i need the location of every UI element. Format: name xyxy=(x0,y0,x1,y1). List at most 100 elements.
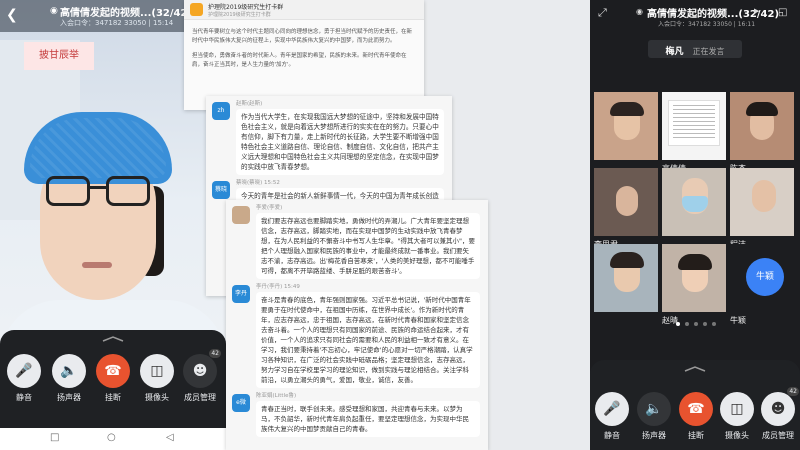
video-tile[interactable]: 高倩倩 xyxy=(662,92,726,173)
android-nav-bar: □ ○ ◁ xyxy=(0,428,226,450)
speaker-icon: 🔈 xyxy=(52,354,86,388)
video-tile[interactable] xyxy=(594,244,658,312)
video-tile[interactable] xyxy=(594,92,658,160)
message-bubble: 奋斗是青春的底色，青年强则国家强。习近平总书记说，'新时代中国青年要勇于在时代使… xyxy=(256,292,480,388)
group-avatar-icon xyxy=(190,3,203,16)
participant-hair xyxy=(610,252,644,268)
drag-handle-icon[interactable] xyxy=(101,336,125,342)
sender-name: 李爱(李爱) xyxy=(256,205,283,211)
phone-hangup-icon: ☎ xyxy=(96,354,130,388)
speaker-icon: 🔈 xyxy=(637,392,671,426)
camera-button[interactable]: ◫ 摄像头 xyxy=(139,354,175,403)
message-bubble: 我们要志存高远也要脚踏实地，勇做时代的弄潮儿。广大青年要坚定理想信念，志存高远，… xyxy=(256,213,480,279)
page-indicator xyxy=(676,322,716,328)
speaking-indicator: 梅凡 正在发言 xyxy=(648,40,742,58)
hangup-button[interactable]: ☎ 挂断 xyxy=(678,392,714,441)
hangup-button[interactable]: ☎ 挂断 xyxy=(95,354,131,403)
meeting-code: 入会口令：347182 33050 | 16:11 xyxy=(658,21,756,28)
drag-handle-icon[interactable] xyxy=(683,366,707,372)
video-tile[interactable] xyxy=(662,168,726,236)
chat-screenshot-c: 李爱(李爱) 我们要志存高远也要脚踏实地，勇做时代的弄潮儿。广大青年要坚定理想信… xyxy=(226,200,488,450)
video-tile[interactable]: 程洁 xyxy=(730,168,794,249)
avatar: 牛颖 xyxy=(746,258,784,296)
document-lines xyxy=(673,105,715,141)
phone-hangup-icon: ☎ xyxy=(679,392,713,426)
camera-icon: ◫ xyxy=(720,392,754,426)
video-tile[interactable]: 李思君 xyxy=(594,168,658,249)
lock-icon: ◉ xyxy=(636,7,643,16)
chat-message: zh 赵斯(赵斯) 作为当代大学生，在实现我国远大梦想的征途中，坚持和发展中国特… xyxy=(206,100,452,175)
sender-name: 蔡晓(蔡晓) 15:52 xyxy=(236,180,280,186)
mute-button[interactable]: 🎤 静音 xyxy=(6,354,42,403)
camera-button[interactable]: ◫ 摄像头 xyxy=(719,392,755,441)
page-dot[interactable] xyxy=(685,322,689,326)
page-dot[interactable] xyxy=(694,322,698,326)
chat-paragraph: 担当使命，勇做奋斗者的时代新人。青年是国家的希望，民族的未来。新时代青年使命在肩… xyxy=(192,53,407,68)
participant-hair xyxy=(746,102,778,116)
collapse-icon[interactable]: ⤢ xyxy=(598,6,607,20)
participant-hair xyxy=(678,254,712,270)
video-tile[interactable]: 牛颖 牛颖 xyxy=(730,244,794,325)
chat-paragraph: 当代青年要树立与这个时代主题同心同向的理想信念，勇于担当时代赋予的历史责任，在新… xyxy=(192,29,413,44)
sender-avatar: 蔡晓 xyxy=(212,181,230,199)
participant-head xyxy=(616,186,638,216)
sender-avatar xyxy=(232,206,250,224)
nav-back-icon[interactable]: ◁ xyxy=(166,432,174,443)
participant-head xyxy=(752,180,776,212)
lock-icon: ◉ xyxy=(50,6,58,16)
person-settings-icon: ☻ 42 xyxy=(183,349,221,388)
camera-icon: ◫ xyxy=(140,354,174,388)
right-phone-video-call: ⤢ ◉ 高倩倩发起的视频...(32/42) ▶ 入会口令：347182 330… xyxy=(590,0,800,450)
speaker-button[interactable]: 🔈 扬声器 xyxy=(51,354,87,403)
face-mask xyxy=(682,196,708,212)
page-dot[interactable] xyxy=(703,322,707,326)
sender-avatar: 李丹 xyxy=(232,285,250,303)
page-dot[interactable] xyxy=(712,322,716,326)
group-header: 护理院2019级研究生打卡群 护理院2019级研究生打卡群 xyxy=(184,0,424,20)
message-bubble: 青春正当时，联手创未来。感受理想和家国，共迎青春与未来。以梦为马，不负韶华，新时… xyxy=(256,401,480,437)
call-controls-right: 🎤 静音 🔈 扬声器 ☎ 挂断 ◫ 摄像头 ☻ 42 成员管理 xyxy=(590,360,800,450)
chat-message: 李丹 李丹(李丹) 15:49 奋斗是青春的底色，青年强则国家强。习近平总书记说… xyxy=(226,283,488,388)
chat-screenshot-a: 护理院2019级研究生打卡群 护理院2019级研究生打卡群 当代青年要树立与这个… xyxy=(184,0,424,110)
call-header: ⤢ ◉ 高倩倩发起的视频...(32/42) ▶ 入会口令：347182 330… xyxy=(590,0,800,30)
mute-button[interactable]: 🎤 静音 xyxy=(594,392,630,441)
message-bubble: 作为当代大学生，在实现我国远大梦想的征途中，坚持和发展中国特色社会主义，就是向着… xyxy=(236,109,444,175)
nav-square-icon[interactable]: □ xyxy=(50,432,59,443)
wall-banner: 披甘辰举 xyxy=(24,42,94,70)
person-mouth xyxy=(82,262,112,268)
video-grid: 高倩倩 陈杰 李思君 程洁 xyxy=(594,92,796,325)
member-count-badge: 42 xyxy=(787,387,799,396)
tile-name-label: 牛颖 xyxy=(730,316,746,325)
mic-off-icon: 🎤 xyxy=(595,392,629,426)
sender-name: 李丹(李丹) 15:49 xyxy=(256,284,300,290)
speaker-name: 梅凡 xyxy=(665,47,684,57)
mic-off-icon: 🎤 xyxy=(7,354,41,388)
expand-arrow-icon[interactable]: ▶ xyxy=(754,7,759,15)
nav-circle-icon[interactable]: ○ xyxy=(107,432,116,443)
members-label: 成员管理 xyxy=(762,431,794,440)
participant-hair xyxy=(610,102,644,116)
sender-avatar: e微 xyxy=(232,394,250,412)
sender-avatar: zh xyxy=(212,102,230,120)
chat-message: e微 陈亚娟(Little鲁) 青春正当时，联手创未来。感受理想和家国，共迎青春… xyxy=(226,392,488,437)
video-tile[interactable]: 陈杰 xyxy=(730,92,794,173)
chat-message: 李爱(李爱) 我们要志存高远也要脚踏实地，勇做时代的弄潮儿。广大青年要坚定理想信… xyxy=(226,204,488,279)
page-dot-active[interactable] xyxy=(676,322,680,326)
sender-name: 赵斯(赵斯) xyxy=(236,101,263,107)
shared-document xyxy=(668,100,720,146)
back-icon[interactable]: ❮ xyxy=(6,7,18,23)
video-tile[interactable]: 赵晴 xyxy=(662,244,726,325)
person-settings-icon: ☻ 42 xyxy=(761,387,799,426)
composite-screenshot: 披甘辰举 ❮ ◉ 高倩倩发起的视频...(32/42) ▶ 入会口令：34718… xyxy=(0,0,800,450)
members-label: 成员管理 xyxy=(184,393,216,402)
call-controls-left: 🎤 静音 🔈 扬声器 ☎ 挂断 ◫ 摄像头 ☻ 42 成员管理 xyxy=(0,330,226,428)
camera-switch-icon[interactable]: ◱ xyxy=(778,7,787,18)
glasses xyxy=(46,176,150,210)
group-meta: 护理院2019级研究生打卡群 xyxy=(208,12,271,18)
members-button[interactable]: ☻ 42 成员管理 xyxy=(182,349,221,403)
sender-name: 陈亚娟(Little鲁) xyxy=(256,393,297,399)
member-count-badge: 42 xyxy=(209,349,221,358)
members-button[interactable]: ☻ 42 成员管理 xyxy=(760,387,799,441)
speaker-button[interactable]: 🔈 扬声器 xyxy=(636,392,672,441)
group-name: 护理院2019级研究生打卡群 xyxy=(208,4,284,11)
